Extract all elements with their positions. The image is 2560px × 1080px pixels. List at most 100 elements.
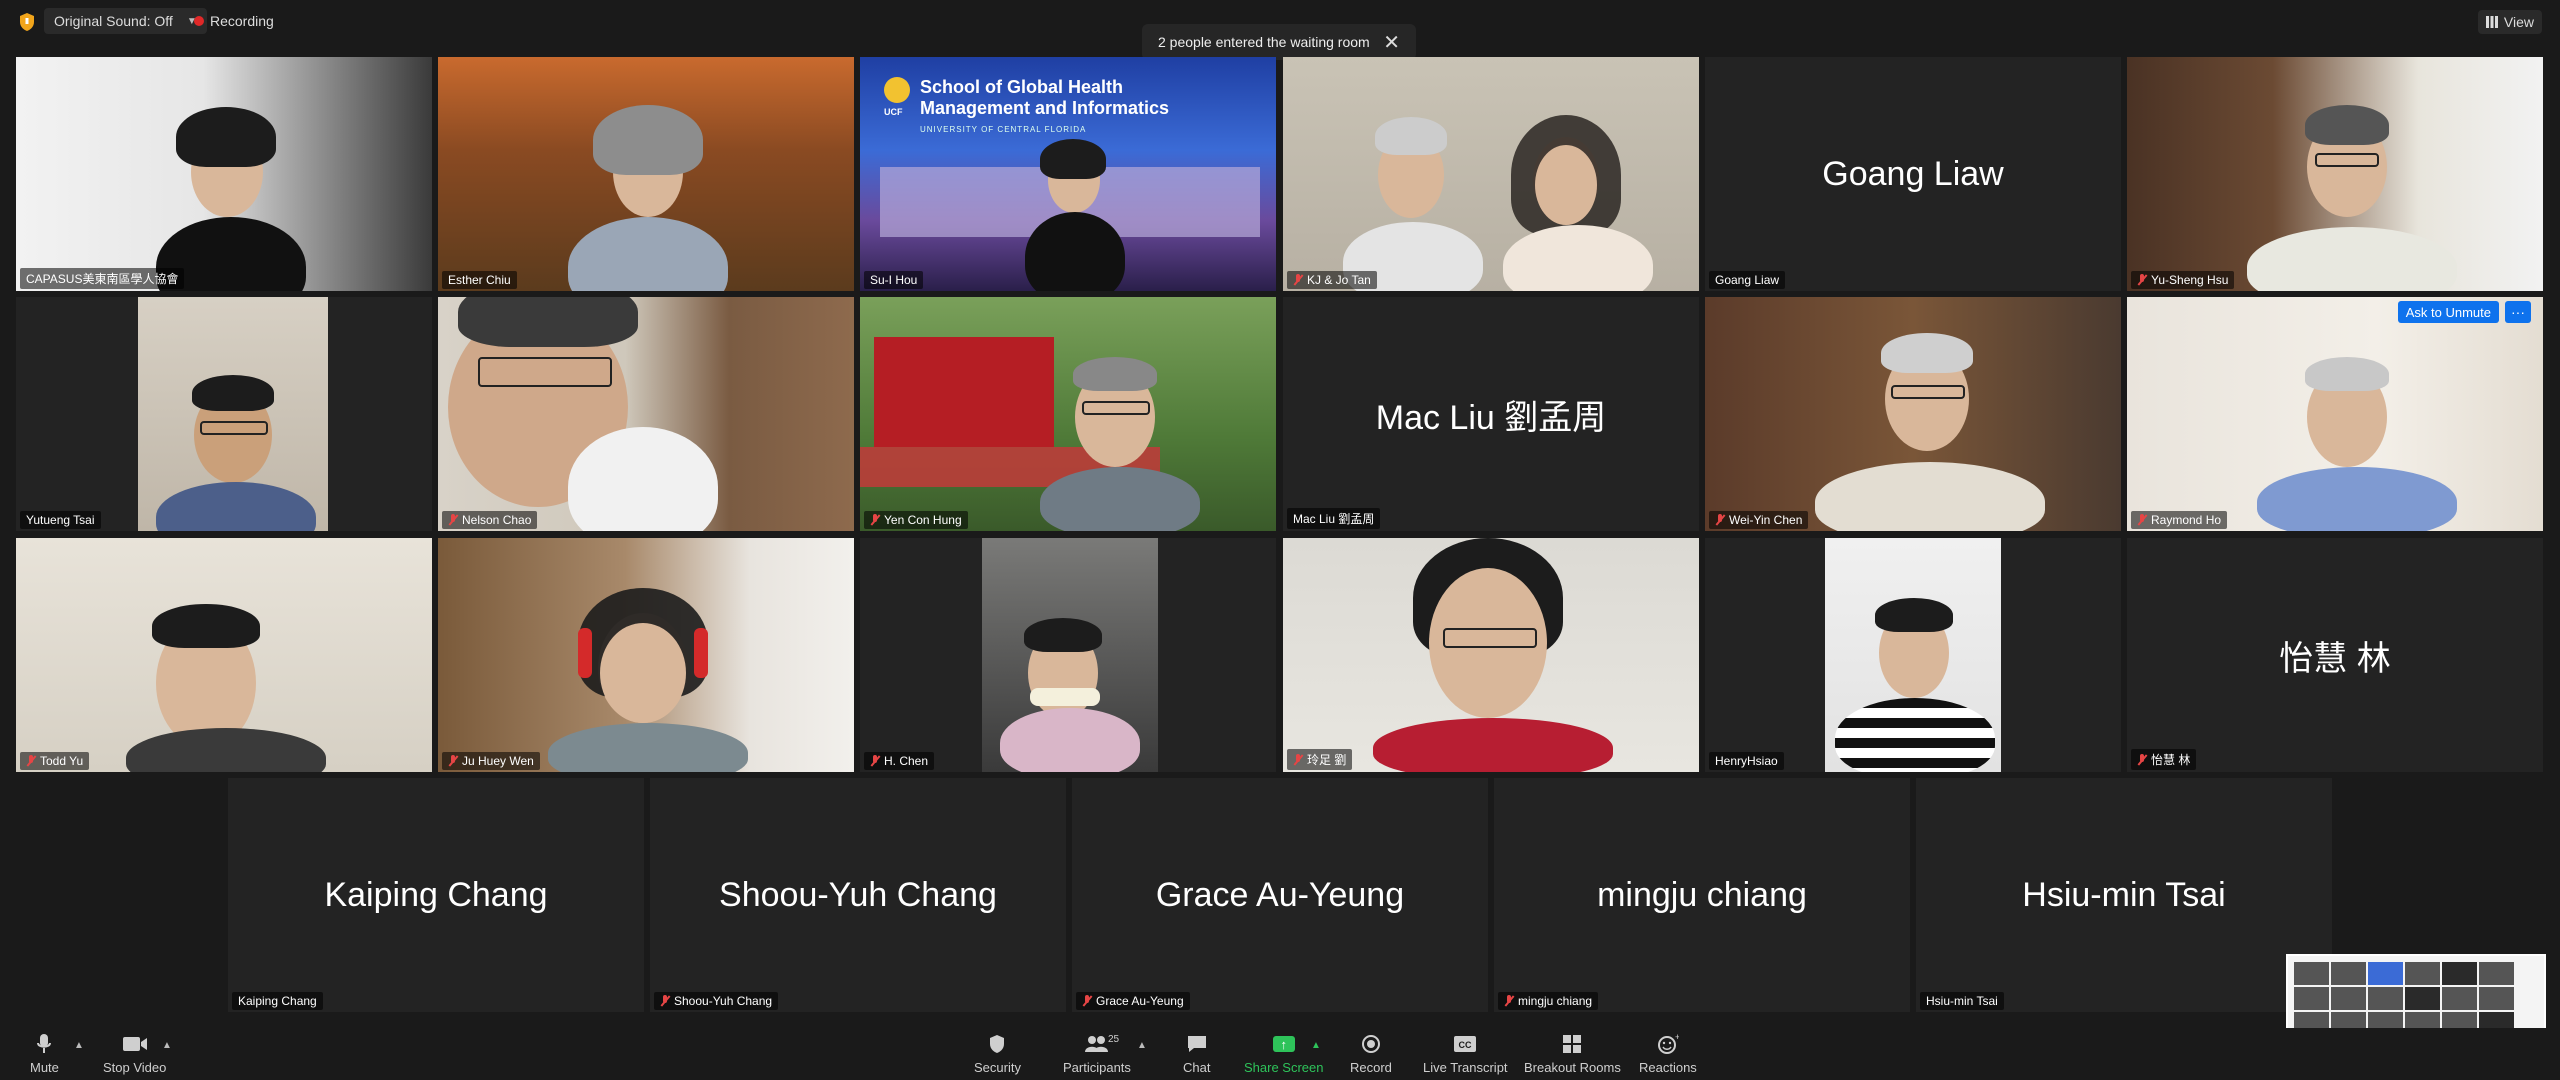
caret-up-icon[interactable]: ▲: [1311, 1040, 1321, 1051]
security-label: Security: [974, 1060, 1021, 1075]
mic-off-icon: [2137, 514, 2147, 526]
participant-name: Yen Con Hung: [864, 511, 968, 529]
participant-name: Kaiping Chang: [232, 992, 323, 1010]
video-tile[interactable]: Todd Yu: [16, 538, 432, 772]
ask-to-unmute-button[interactable]: Ask to Unmute: [2397, 301, 2499, 323]
mic-off-icon: [448, 514, 458, 526]
mic-off-icon: [2137, 274, 2147, 286]
name-tile[interactable]: Kaiping Chang Kaiping Chang: [228, 778, 644, 1012]
participant-name: Yu-Sheng Hsu: [2131, 271, 2235, 289]
participant-name: CAPASUS美東南區學人協會: [20, 268, 185, 289]
video-tile[interactable]: Ju Huey Wen: [438, 538, 854, 772]
reactions-button[interactable]: + Reactions: [1639, 1032, 1697, 1075]
mic-off-icon: [1293, 753, 1303, 766]
video-tile[interactable]: Wei-Yin Chen: [1705, 297, 2121, 531]
breakout-rooms-button[interactable]: Breakout Rooms: [1524, 1032, 1621, 1075]
cc-icon: CC: [1454, 1036, 1477, 1052]
waiting-room-notification[interactable]: 2 people entered the waiting room ✕: [1142, 24, 1416, 60]
name-tile[interactable]: Grace Au-Yeung Grace Au-Yeung: [1072, 778, 1488, 1012]
ucf-logo: [884, 77, 910, 103]
view-button[interactable]: View: [2477, 10, 2542, 34]
participant-name: Hsiu-min Tsai: [1920, 992, 2004, 1010]
top-bar: Original Sound: Off ▼ Recording 2 people…: [0, 0, 2560, 60]
participants-button[interactable]: 25 Participants: [1063, 1032, 1131, 1075]
name-tile[interactable]: mingju chiang mingju chiang: [1494, 778, 1910, 1012]
video-camera-icon: [122, 1037, 147, 1051]
name-tile[interactable]: Mac Liu 劉孟周 Mac Liu 劉孟周: [1283, 297, 1699, 531]
video-tile[interactable]: H. Chen: [860, 538, 1276, 772]
participant-name: KJ & Jo Tan: [1287, 271, 1377, 289]
video-tile[interactable]: Yutueng Tsai: [16, 297, 432, 531]
participant-big-name: Grace Au-Yeung: [1155, 875, 1405, 914]
mic-off-icon: [1293, 274, 1303, 286]
name-tile[interactable]: Shoou-Yuh Chang Shoou-Yuh Chang: [650, 778, 1066, 1012]
share-arrow-icon: ↑: [1272, 1036, 1295, 1052]
participant-big-name: mingju chiang: [1597, 875, 1807, 914]
participants-icon: [1084, 1036, 1108, 1052]
participant-big-name: Hsiu-min Tsai: [2022, 875, 2226, 914]
mic-off-icon: [870, 514, 880, 526]
original-sound-toggle[interactable]: Original Sound: Off ▼: [44, 8, 207, 34]
video-tile[interactable]: KJ & Jo Tan: [1283, 57, 1699, 291]
caret-up-icon[interactable]: ▲: [74, 1040, 84, 1051]
participant-name: Nelson Chao: [442, 511, 538, 529]
video-tile[interactable]: Nelson Chao: [438, 297, 854, 531]
live-transcript-label: Live Transcript: [1423, 1060, 1508, 1075]
video-tile-active-speaker[interactable]: UCF School of Global Health Management an…: [860, 57, 1276, 291]
share-screen-button[interactable]: ↑ Share Screen: [1244, 1032, 1324, 1075]
video-tile[interactable]: 玲足 劉: [1283, 538, 1699, 772]
ucf-logo-text: UCF: [884, 107, 903, 117]
name-tile[interactable]: Hsiu-min Tsai Hsiu-min Tsai: [1916, 778, 2332, 1012]
video-tile[interactable]: Esther Chiu: [438, 57, 854, 291]
recording-label: Recording: [210, 13, 274, 29]
live-transcript-button[interactable]: CC Live Transcript: [1423, 1032, 1508, 1075]
video-tile[interactable]: Yen Con Hung: [860, 297, 1276, 531]
share-screen-label: Share Screen: [1244, 1060, 1324, 1075]
breakout-rooms-icon: [1563, 1035, 1582, 1053]
chat-bubble-icon: [1187, 1036, 1206, 1052]
video-tile[interactable]: HenryHsiao: [1705, 538, 2121, 772]
close-icon[interactable]: ✕: [1383, 30, 1400, 55]
participant-big-name: 怡慧 林: [2279, 639, 2391, 678]
stop-video-button[interactable]: Stop Video: [103, 1032, 166, 1075]
mic-off-icon: [26, 755, 36, 767]
mic-off-icon: [2137, 753, 2147, 766]
chat-button[interactable]: Chat: [1183, 1032, 1210, 1075]
mic-icon: [37, 1034, 52, 1053]
grid-view-icon: [2485, 16, 2498, 28]
security-button[interactable]: Security: [974, 1032, 1021, 1075]
ucf-subtitle: UNIVERSITY OF CENTRAL FLORIDA: [920, 125, 1087, 134]
video-tile[interactable]: CAPASUS美東南區學人協會: [16, 57, 432, 291]
participant-name: Goang Liaw: [1709, 271, 1786, 289]
mic-off-icon: [870, 755, 880, 767]
participant-name: Shoou-Yuh Chang: [654, 992, 779, 1010]
participant-name: H. Chen: [864, 752, 935, 770]
mic-off-icon: [1082, 995, 1092, 1007]
participant-name: mingju chiang: [1498, 992, 1599, 1010]
original-sound-label: Original Sound: Off: [54, 13, 173, 29]
video-tile[interactable]: Yu-Sheng Hsu: [2127, 57, 2543, 291]
participant-name: Ju Huey Wen: [442, 752, 540, 770]
shield-icon[interactable]: [18, 12, 36, 32]
participant-big-name: Kaiping Chang: [324, 875, 548, 914]
breakout-rooms-label: Breakout Rooms: [1524, 1060, 1621, 1075]
name-tile[interactable]: 怡慧 林 怡慧 林: [2127, 538, 2543, 772]
more-options-button[interactable]: ···: [2505, 301, 2531, 323]
record-button[interactable]: Record: [1350, 1032, 1392, 1075]
mute-button[interactable]: Mute: [30, 1032, 59, 1075]
stop-video-label: Stop Video: [103, 1060, 167, 1075]
participant-name: HenryHsiao: [1709, 752, 1784, 770]
participant-big-name: Shoou-Yuh Chang: [719, 875, 997, 914]
mic-off-icon: [448, 755, 458, 767]
record-dot-icon: [194, 16, 204, 26]
participants-label: Participants: [1063, 1060, 1131, 1075]
participant-name: Yutueng Tsai: [20, 511, 101, 529]
caret-up-icon[interactable]: ▲: [1137, 1040, 1147, 1051]
name-tile[interactable]: Goang Liaw Goang Liaw: [1705, 57, 2121, 291]
svg-text:CC: CC: [1459, 1040, 1472, 1050]
video-tile[interactable]: Ask to Unmute ··· Raymond Ho: [2127, 297, 2543, 531]
caret-up-icon[interactable]: ▲: [162, 1040, 172, 1051]
participant-big-name: Mac Liu 劉孟周: [1375, 398, 1607, 437]
participant-name: 怡慧 林: [2131, 749, 2197, 770]
chat-label: Chat: [1183, 1060, 1211, 1075]
